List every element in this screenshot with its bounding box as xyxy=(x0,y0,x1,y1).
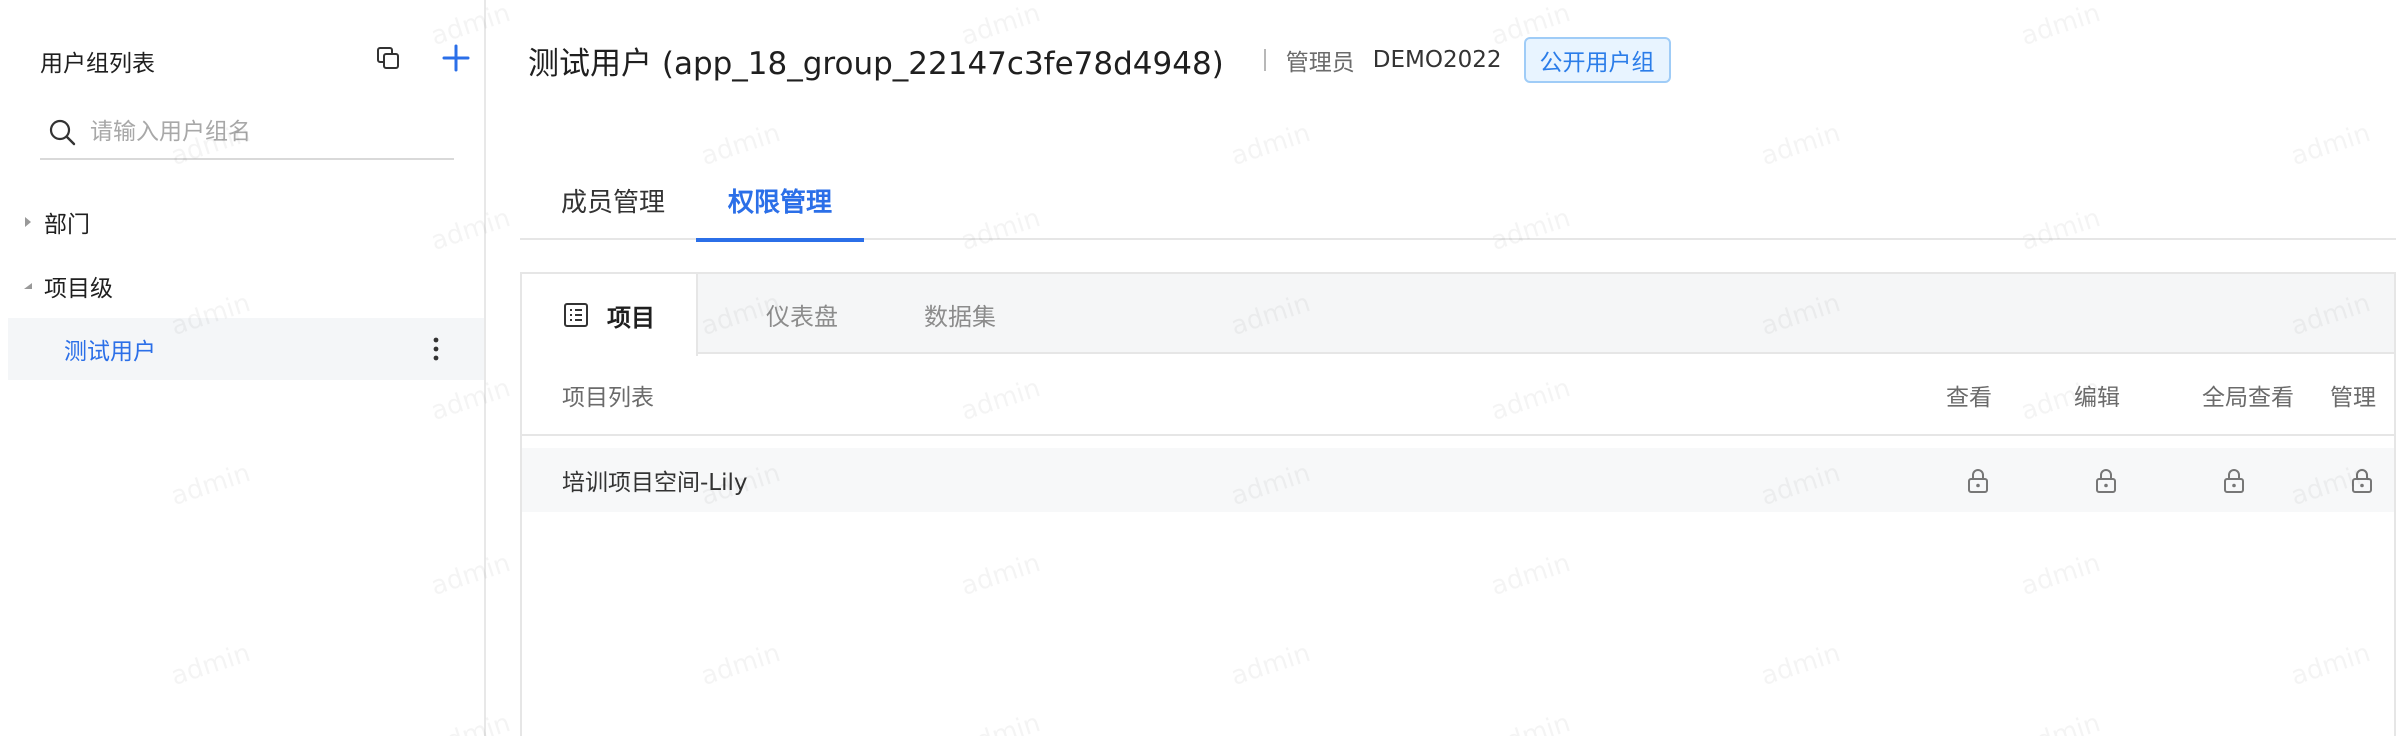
column-edit: 编辑 xyxy=(2074,385,2120,411)
column-view: 查看 xyxy=(1946,385,1992,411)
tab-member-management[interactable]: 成员管理 xyxy=(540,160,686,240)
resource-tabs: 项目 仪表盘 数据集 xyxy=(522,274,2394,356)
admin-label: 管理员 xyxy=(1285,50,1355,76)
group-search-input[interactable] xyxy=(90,119,430,145)
lock-icon xyxy=(2224,469,2244,493)
view-permission-lock[interactable] xyxy=(1966,468,1990,494)
permission-panel: 项目 仪表盘 数据集 项目列表 查看 编辑 全局查看 管理 培训项目空间-Lil… xyxy=(520,272,2396,736)
list-icon xyxy=(564,303,588,327)
sidebar-title: 用户组列表 xyxy=(40,51,155,77)
add-group-button[interactable] xyxy=(438,40,474,76)
header-divider xyxy=(1263,49,1266,71)
column-manage: 管理 xyxy=(2330,385,2376,411)
column-project-list: 项目列表 xyxy=(562,385,654,411)
caret-right-icon[interactable] xyxy=(22,216,34,228)
group-search xyxy=(40,106,454,160)
lock-icon xyxy=(1968,469,1988,493)
caret-down-icon[interactable] xyxy=(22,282,34,290)
sidebar: 用户组列表 部门 xyxy=(8,0,486,736)
tab-permission-management[interactable]: 权限管理 xyxy=(696,160,864,242)
more-options-button[interactable] xyxy=(418,331,454,367)
global-view-permission-lock[interactable] xyxy=(2222,468,2246,494)
subtab-project-label: 项目 xyxy=(607,303,655,332)
tree-item-test-user[interactable]: 测试用户 xyxy=(8,318,484,380)
lock-icon xyxy=(2352,469,2372,493)
lock-icon xyxy=(2096,469,2116,493)
table-header: 项目列表 查看 编辑 全局查看 管理 xyxy=(522,354,2394,436)
manage-permission-lock[interactable] xyxy=(2350,468,2374,494)
page-title: 测试用户 (app_18_group_22147c3fe78d4948) xyxy=(528,45,1224,82)
tree-item-label: 测试用户 xyxy=(64,339,156,365)
tree-node-project-level[interactable]: 项目级 xyxy=(8,254,484,318)
edit-permission-lock[interactable] xyxy=(2094,468,2118,494)
tree-node-department[interactable]: 部门 xyxy=(8,190,484,254)
group-header: 测试用户 (app_18_group_22147c3fe78d4948) 管理员… xyxy=(528,37,1671,83)
project-name: 培训项目空间-Lily xyxy=(562,470,748,496)
tree-node-label: 项目级 xyxy=(44,276,113,302)
more-vertical-icon xyxy=(433,337,439,361)
sidebar-actions xyxy=(370,40,474,76)
column-global-view: 全局查看 xyxy=(2202,385,2294,411)
public-group-badge: 公开用户组 xyxy=(1523,37,1671,83)
subtab-dataset[interactable]: 数据集 xyxy=(890,274,1030,354)
admin-value: DEMO2022 xyxy=(1372,47,1502,73)
tree-node-label: 部门 xyxy=(44,212,90,238)
subtab-dashboard[interactable]: 仪表盘 xyxy=(728,274,876,354)
main-tabs: 成员管理 权限管理 xyxy=(520,160,2396,242)
plus-icon xyxy=(442,44,470,72)
copy-group-button[interactable] xyxy=(370,40,406,76)
sidebar-header: 用户组列表 xyxy=(40,44,155,78)
table-row: 培训项目空间-Lily xyxy=(522,448,2394,512)
subtab-project[interactable]: 项目 xyxy=(522,274,698,356)
main-content: 测试用户 (app_18_group_22147c3fe78d4948) 管理员… xyxy=(488,0,2396,736)
copy-icon xyxy=(377,47,399,69)
search-icon xyxy=(49,119,76,146)
group-tree: 部门 项目级 测试用户 xyxy=(8,190,484,380)
